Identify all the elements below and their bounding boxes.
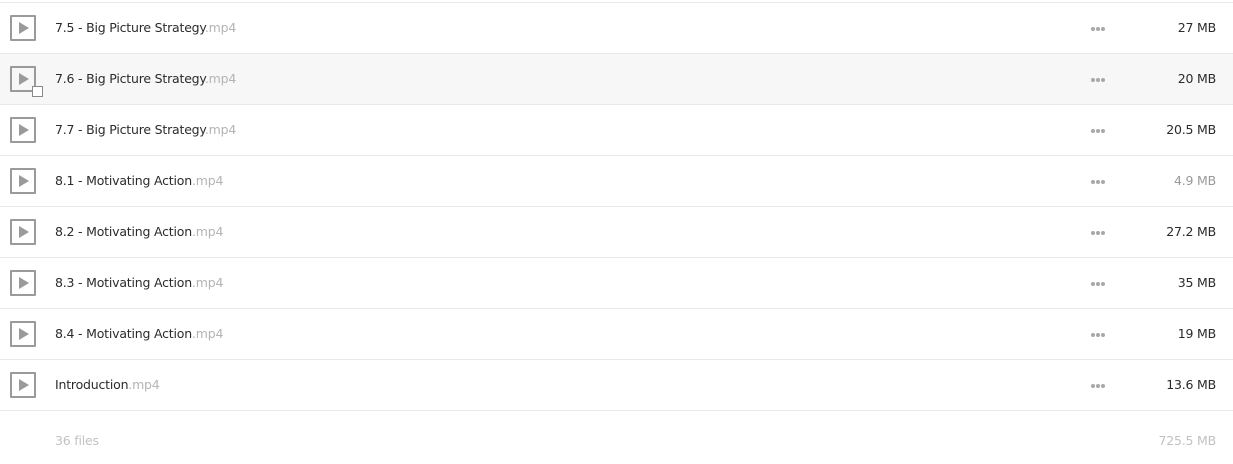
- more-options-icon[interactable]: [1089, 331, 1109, 339]
- more-options-icon[interactable]: [1089, 76, 1109, 84]
- video-file-icon: [10, 168, 36, 194]
- file-extension: .mp4: [204, 20, 237, 35]
- file-size: 19 MB: [1177, 326, 1216, 341]
- file-name[interactable]: Introduction.mp4: [55, 377, 160, 392]
- file-name[interactable]: 7.5 - Big Picture Strategy.mp4: [55, 20, 236, 35]
- file-basename: 7.7 - Big Picture Strategy: [55, 122, 205, 137]
- total-size: 725.5 MB: [1158, 433, 1216, 448]
- file-size: 20.5 MB: [1166, 122, 1216, 137]
- file-basename: Introduction: [55, 377, 129, 392]
- file-basename: 8.1 - Motivating Action: [55, 173, 192, 188]
- file-row[interactable]: 7.5 - Big Picture Strategy.mp4 27 MB: [0, 3, 1233, 54]
- more-options-icon[interactable]: [1089, 382, 1109, 390]
- file-row[interactable]: 7.7 - Big Picture Strategy.mp4 20.5 MB: [0, 105, 1233, 156]
- file-name[interactable]: 8.2 - Motivating Action.mp4: [55, 224, 223, 239]
- file-basename: 8.2 - Motivating Action: [55, 224, 192, 239]
- file-extension: .mp4: [191, 224, 224, 239]
- more-options-icon[interactable]: [1089, 25, 1109, 33]
- file-basename: 8.3 - Motivating Action: [55, 275, 192, 290]
- file-size: 35 MB: [1177, 275, 1216, 290]
- file-list: 7.5 - Big Picture Strategy.mp4 27 MB 7.6…: [0, 2, 1233, 461]
- file-extension: .mp4: [204, 122, 237, 137]
- video-file-icon: [10, 321, 36, 347]
- video-file-icon: [10, 15, 36, 41]
- file-count: 36 files: [55, 433, 99, 448]
- file-basename: 7.5 - Big Picture Strategy: [55, 20, 205, 35]
- file-extension: .mp4: [191, 173, 224, 188]
- file-name[interactable]: 8.1 - Motivating Action.mp4: [55, 173, 223, 188]
- more-options-icon[interactable]: [1089, 178, 1109, 186]
- file-name[interactable]: 7.6 - Big Picture Strategy.mp4: [55, 71, 236, 86]
- file-size: 20 MB: [1177, 71, 1216, 86]
- file-basename: 7.6 - Big Picture Strategy: [55, 71, 205, 86]
- file-row[interactable]: 8.3 - Motivating Action.mp4 35 MB: [0, 258, 1233, 309]
- video-file-icon: [10, 270, 36, 296]
- more-options-icon[interactable]: [1089, 229, 1109, 237]
- file-extension: .mp4: [191, 326, 224, 341]
- file-size: 4.9 MB: [1173, 173, 1216, 188]
- list-footer: 36 files 725.5 MB: [0, 411, 1233, 461]
- file-extension: .mp4: [128, 377, 160, 392]
- video-file-icon: [10, 372, 36, 398]
- file-size: 13.6 MB: [1166, 377, 1216, 392]
- file-name[interactable]: 7.7 - Big Picture Strategy.mp4: [55, 122, 236, 137]
- file-extension: .mp4: [204, 71, 237, 86]
- file-size: 27 MB: [1177, 20, 1216, 35]
- file-row[interactable]: Introduction.mp4 13.6 MB: [0, 360, 1233, 411]
- file-size: 27.2 MB: [1166, 224, 1216, 239]
- more-options-icon[interactable]: [1089, 280, 1109, 288]
- file-row[interactable]: 8.2 - Motivating Action.mp4 27.2 MB: [0, 207, 1233, 258]
- video-file-icon: [10, 117, 36, 143]
- file-row[interactable]: 8.1 - Motivating Action.mp4 4.9 MB: [0, 156, 1233, 207]
- file-row[interactable]: 7.6 - Big Picture Strategy.mp4 20 MB: [0, 54, 1233, 105]
- file-row[interactable]: 8.4 - Motivating Action.mp4 19 MB: [0, 309, 1233, 360]
- file-extension: .mp4: [191, 275, 224, 290]
- more-options-icon[interactable]: [1089, 127, 1109, 135]
- file-basename: 8.4 - Motivating Action: [55, 326, 192, 341]
- video-file-icon: [10, 219, 36, 245]
- select-checkbox[interactable]: [32, 86, 43, 97]
- file-name[interactable]: 8.3 - Motivating Action.mp4: [55, 275, 223, 290]
- file-name[interactable]: 8.4 - Motivating Action.mp4: [55, 326, 223, 341]
